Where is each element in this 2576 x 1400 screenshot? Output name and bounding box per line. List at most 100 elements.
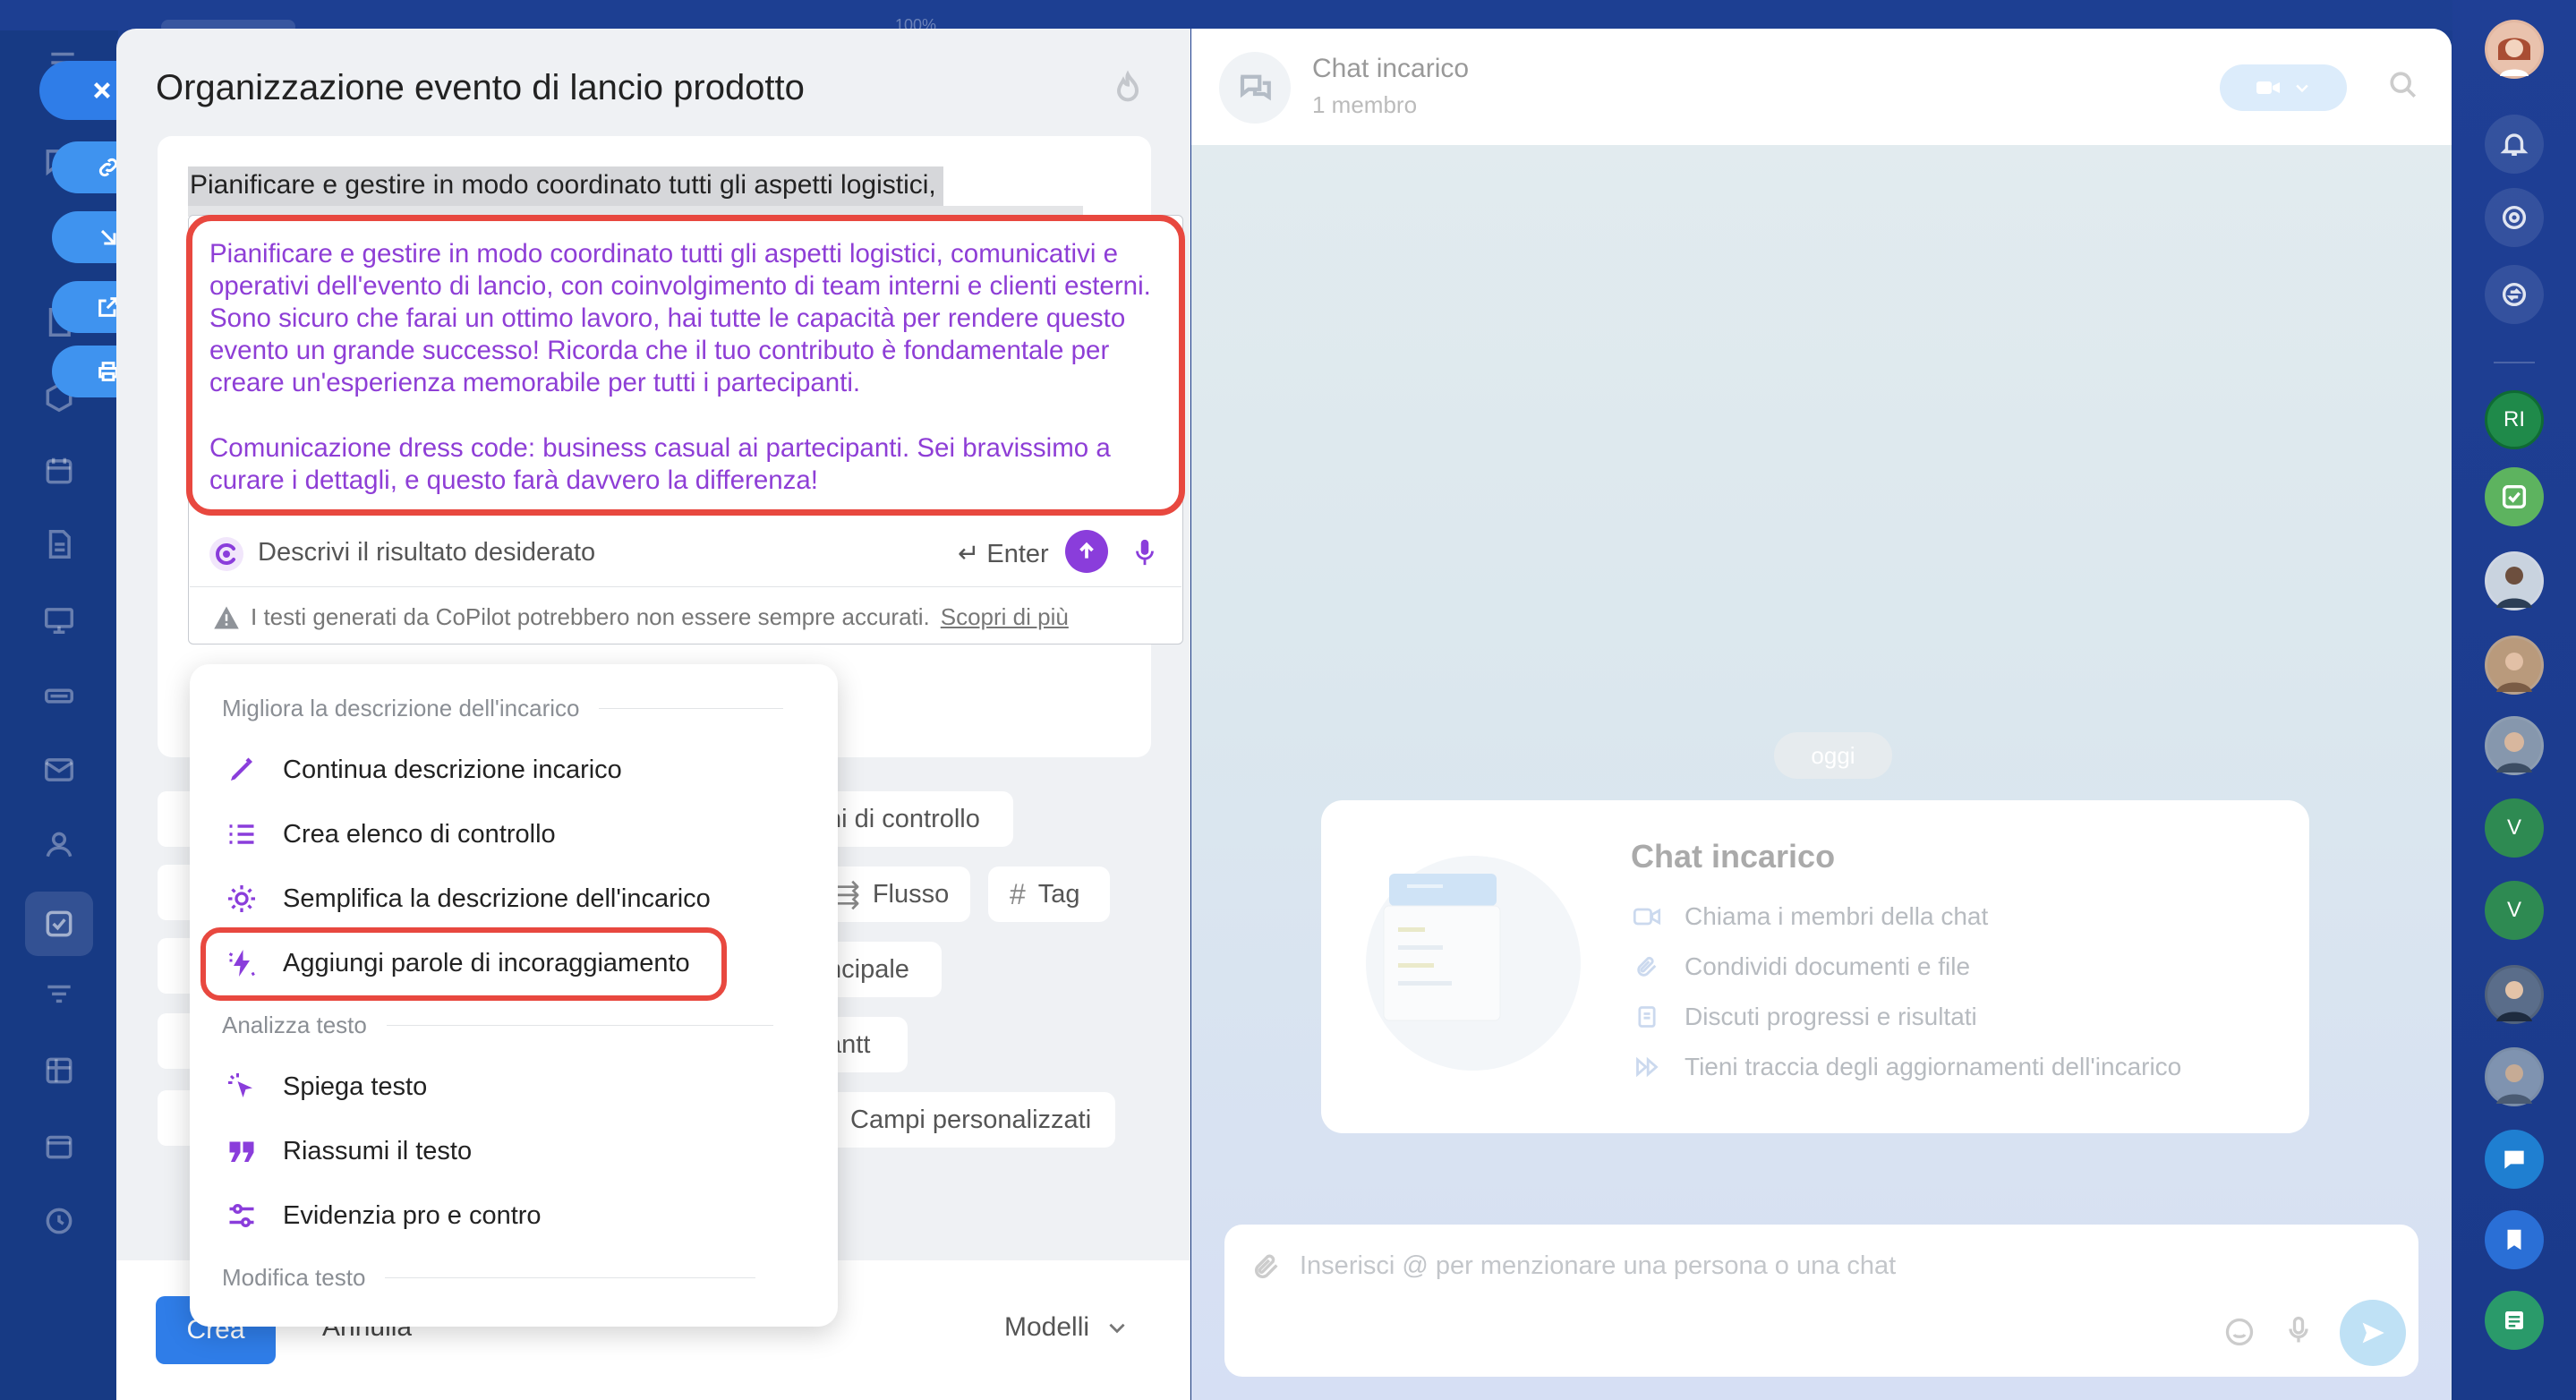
learn-more-link[interactable]: Scopri di più <box>941 603 1069 631</box>
avatar-initials: V <box>2506 898 2521 922</box>
menu-item-simplify[interactable]: Semplifica la descrizione dell'incarico <box>224 879 711 918</box>
chip-flow-label: Flusso <box>872 879 950 909</box>
models-label: Modelli <box>1004 1312 1090 1342</box>
copilot-send-button[interactable] <box>1065 530 1108 573</box>
nav-calendar-icon[interactable] <box>32 444 86 498</box>
user-avatar[interactable] <box>2485 20 2544 79</box>
send-icon <box>2362 1322 2384 1344</box>
avatar-initials: V <box>2506 815 2521 840</box>
warning-icon <box>214 606 239 628</box>
chevron-down-icon <box>2296 84 2308 93</box>
channel-avatar-2[interactable] <box>2485 1210 2544 1269</box>
copilot-warning: I testi generati da CoPilot potrebbero n… <box>213 603 1069 631</box>
contact-avatar-2[interactable] <box>2485 636 2544 695</box>
tasks-chat-avatar[interactable] <box>2485 467 2544 526</box>
video-call-button[interactable] <box>2220 64 2347 111</box>
channel-avatar-1[interactable] <box>2485 1130 2544 1189</box>
chat-members[interactable]: 1 membro <box>1312 91 1417 119</box>
microphone-icon <box>1136 539 1154 566</box>
menu-item-pros-cons[interactable]: Evidenzia pro e contro <box>224 1196 542 1235</box>
menu-section-analyze-label: Analizza testo <box>222 1012 367 1038</box>
refresh-chat-icon <box>2502 282 2527 307</box>
chat-title: Chat incarico <box>1312 54 1470 83</box>
avatar-initials: RI <box>2503 407 2525 431</box>
chevron-down-icon <box>1109 1323 1125 1334</box>
chat-avatar <box>1219 52 1291 124</box>
chat-panel <box>1191 29 2452 1400</box>
nav-store-icon[interactable] <box>32 1119 86 1173</box>
contact-avatar-v2[interactable]: V <box>2485 881 2544 940</box>
copilot-prompt-input[interactable]: Descrivi il risultato desiderato <box>258 538 595 568</box>
feature-share-label: Condividi documenti e file <box>1685 952 1971 980</box>
menu-section-edit-label: Modifica testo <box>222 1264 366 1291</box>
copilot-icon <box>208 535 245 573</box>
date-separator: oggi <box>1774 732 1892 779</box>
copilot-icon <box>2502 205 2527 230</box>
chat-ri-avatar[interactable]: RI <box>2485 390 2544 449</box>
video-icon <box>1633 908 1661 926</box>
chat-bubbles-icon <box>1240 74 1271 101</box>
task-title[interactable]: Organizzazione evento di lancio prodotto <box>156 68 805 108</box>
close-icon <box>93 81 111 99</box>
nav-docs-icon[interactable] <box>32 517 86 571</box>
pen-icon <box>224 752 260 788</box>
menu-item-summarize[interactable]: Riassumi il testo <box>224 1131 472 1171</box>
paperclip-icon <box>1254 1254 1278 1279</box>
menu-section-edit: Modifica testo <box>222 1264 756 1292</box>
emoji-button[interactable] <box>2223 1316 2256 1348</box>
nav-settings-icon[interactable] <box>32 1194 86 1248</box>
attach-button[interactable] <box>1251 1251 1282 1282</box>
contact-avatar-5[interactable] <box>2485 1047 2544 1106</box>
nav-contacts-icon[interactable] <box>32 818 86 872</box>
chip-custom-fields[interactable]: Campi personalizzati <box>806 1092 1115 1148</box>
channel-avatar-3[interactable] <box>2485 1291 2544 1350</box>
messenger-button[interactable] <box>2485 265 2544 324</box>
menu-section-analyze: Analizza testo <box>222 1012 773 1039</box>
chat-message-box <box>1224 1225 2418 1377</box>
chip-tag[interactable]: # Tag <box>988 866 1110 922</box>
chip-left-edge <box>158 1090 193 1146</box>
nav-mail-icon[interactable] <box>32 743 86 797</box>
copilot-mic-button[interactable] <box>1130 536 1160 568</box>
chat-message-input[interactable]: Inserisci @ per menzionare una persona o… <box>1300 1251 1896 1281</box>
contact-avatar-3[interactable] <box>2485 716 2544 775</box>
top-strip <box>0 0 2576 30</box>
menu-item-explain[interactable]: Spiega testo <box>224 1067 427 1106</box>
copilot-output-paragraph-1: Pianificare e gestire in modo coordinato… <box>209 239 1151 397</box>
chat-send-button[interactable] <box>2340 1300 2406 1366</box>
flame-icon[interactable] <box>1110 70 1146 106</box>
contact-avatar-4[interactable] <box>2485 965 2544 1024</box>
feature-call: Chiama i membri della chat <box>1633 902 1988 931</box>
notifications-button[interactable] <box>2485 115 2544 174</box>
chat-search-button[interactable] <box>2388 70 2420 102</box>
menu-item-label: Riassumi il testo <box>283 1136 473 1165</box>
chat-card-title: Chat incarico <box>1631 838 1836 875</box>
menu-item-checklist[interactable]: Crea elenco di controllo <box>224 815 556 854</box>
chat-icon <box>2504 1150 2524 1169</box>
menu-item-label: Spiega testo <box>283 1071 428 1101</box>
nav-grid-icon[interactable] <box>32 1044 86 1097</box>
voice-message-button[interactable] <box>2282 1314 2315 1350</box>
menu-item-label: Continua descrizione incarico <box>283 755 622 784</box>
nav-filter-icon[interactable] <box>32 969 86 1022</box>
quote-icon <box>224 1133 260 1169</box>
menu-section-improve-label: Migliora la descrizione dell'incarico <box>222 695 580 721</box>
copilot-rail-button[interactable] <box>2485 188 2544 247</box>
chip-left-edge <box>158 865 193 920</box>
contact-avatar-v1[interactable]: V <box>2485 798 2544 858</box>
feature-call-label: Chiama i membri della chat <box>1685 902 1989 930</box>
sun-icon <box>224 881 260 917</box>
nav-tasks-icon[interactable] <box>25 892 93 956</box>
list-icon <box>224 816 260 852</box>
models-dropdown[interactable]: Modelli <box>1004 1312 1129 1343</box>
menu-item-continue[interactable]: Continua descrizione incarico <box>224 750 622 790</box>
nav-board-icon[interactable] <box>32 593 86 646</box>
return-icon: ↵ <box>958 540 987 568</box>
feature-track-label: Tieni traccia degli aggiornamenti dell'i… <box>1685 1053 2182 1080</box>
bookmark-icon <box>2507 1229 2521 1251</box>
enter-hint-label: Enter <box>986 540 1049 568</box>
contact-avatar-1[interactable] <box>2485 551 2544 610</box>
nav-storage-icon[interactable] <box>32 668 86 721</box>
encouragement-highlight <box>200 927 727 1001</box>
selected-description-text[interactable]: Pianificare e gestire in modo coordinato… <box>188 166 943 206</box>
